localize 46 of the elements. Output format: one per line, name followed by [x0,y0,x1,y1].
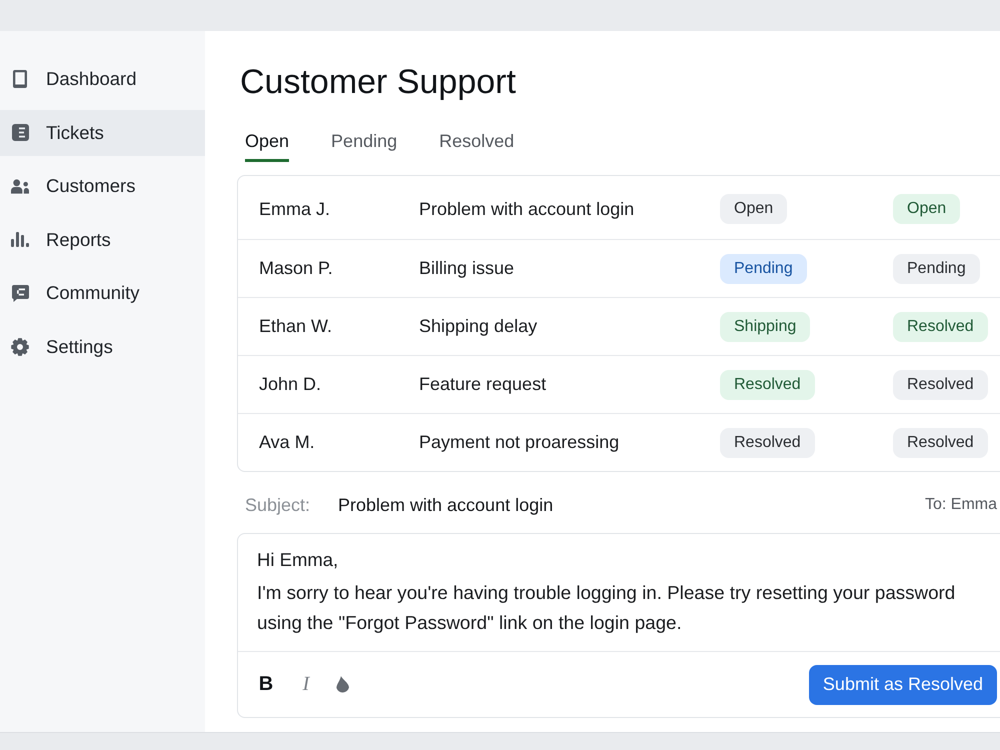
status-badge: Pending [720,254,807,284]
subject-text: Problem with account login [338,494,554,516]
status-badge: Resolved [720,370,815,400]
tab[interactable]: Pending [331,129,398,162]
page-title: Customer Support [240,62,516,103]
customer-name: John D. [259,374,322,395]
ticket-subject: Feature request [419,374,548,395]
status-badge: Open [893,194,960,224]
users-icon [11,178,29,194]
tab[interactable]: Open [245,129,290,162]
sidebar-item[interactable]: Settings [0,324,205,370]
status-badge: Resolved [720,428,815,458]
sidebar-item[interactable]: Dashboard [0,56,205,102]
tablet-icon [13,70,27,88]
message-text: I'm sorry to hear you're having trouble logging in. Please try resetting your password using the "Forgot Password" link on the login page. [257,581,956,635]
bold-button[interactable]: B [256,672,276,698]
customer-name: Emma J. [259,198,332,220]
status-badge: Shipping [720,312,810,342]
tab[interactable]: Resolved [439,129,514,162]
subject-label: Subject: [245,494,312,516]
status-badge: Pending [893,254,980,284]
ticket-subject: Shipping delay [419,316,538,337]
greeting-text: Hi Emma, [257,548,340,572]
reply-editor[interactable]: Hi Emma, I'm sorry to hear you're having trouble logging in. Please try resetting your password using the "Forgot Password" link on the login page. B I Submit as Resolved [237,533,1000,718]
ink-drop-icon[interactable] [336,676,350,694]
status-badge: Resolved [893,428,988,458]
customer-name: Mason P. [259,258,334,279]
ticket-subject: Problem with account login [419,198,636,220]
sidebar-item[interactable]: Customers [0,163,205,210]
message-icon [12,284,28,302]
sidebar-item[interactable]: Community [0,270,205,316]
status-badge: Open [720,194,788,224]
submit-button[interactable]: Submit as Resolved [808,664,997,704]
settings-icon [11,338,29,356]
document-icon [12,124,28,142]
customer-name: Ava M. [259,432,316,453]
status-badge: Resolved [893,370,988,400]
recipient-text: To: Emma [924,496,997,514]
status-badge: Resolved [893,312,988,342]
ticket-subject: Billing issue [419,258,516,279]
sidebar-item[interactable]: Tickets [0,110,205,156]
customer-name: Ethan W. [259,316,334,337]
italic-button[interactable]: I [296,672,316,698]
ticket-subject: Payment not proaressing [419,432,620,453]
bar-chart-icon [11,232,29,248]
sidebar-item[interactable]: Reports [0,216,205,263]
